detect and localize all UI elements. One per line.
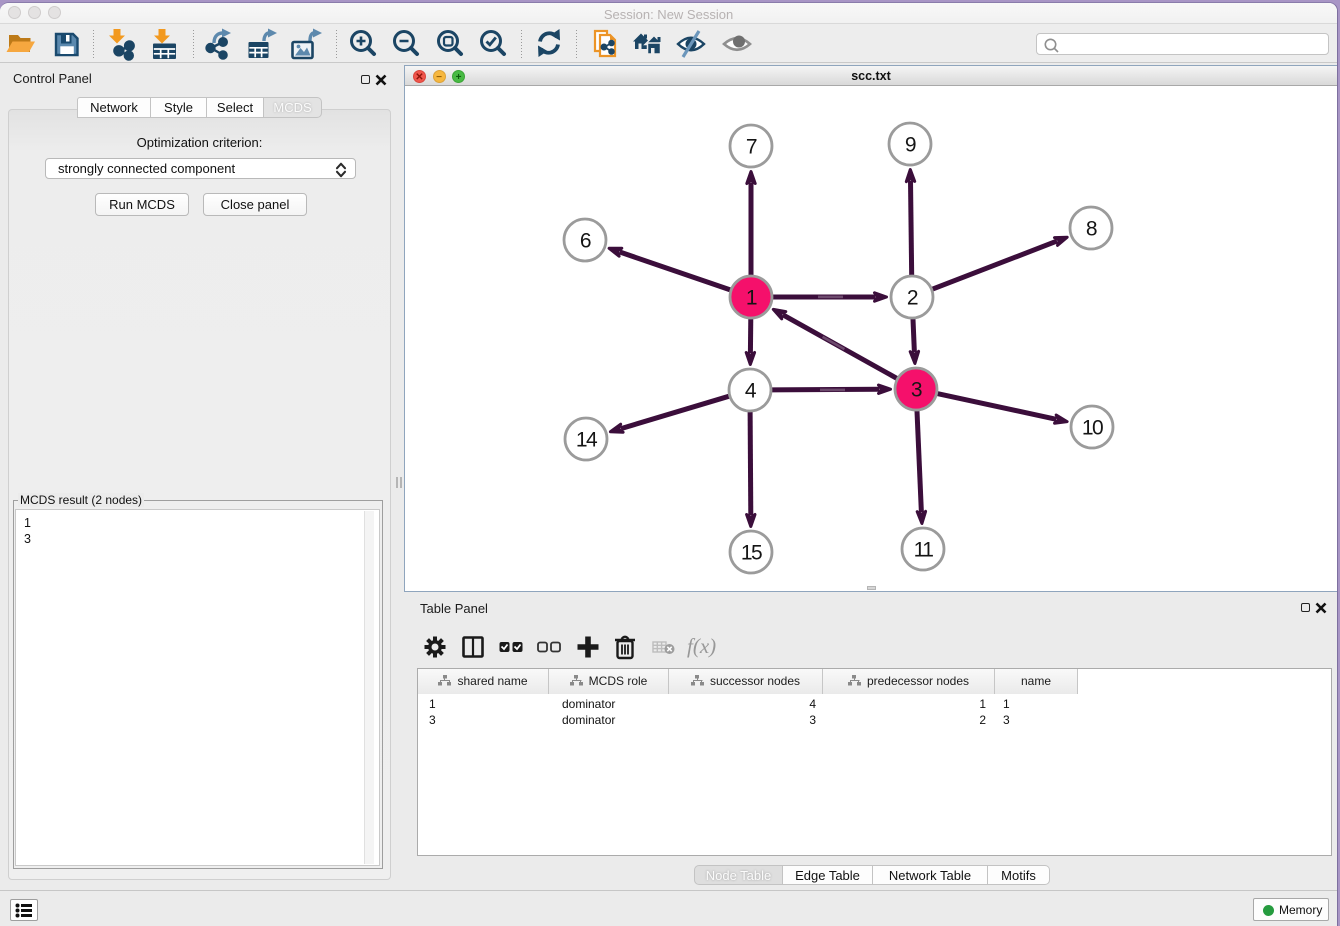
svg-text:14: 14 [576,429,598,452]
svg-text:7: 7 [746,136,757,159]
svg-text:10: 10 [1082,417,1103,440]
svg-text:15: 15 [741,542,762,565]
svg-text:3: 3 [911,379,922,402]
svg-text:8: 8 [1086,218,1097,241]
svg-text:6: 6 [580,230,591,253]
svg-text:2: 2 [907,287,918,310]
svg-text:1: 1 [746,287,757,310]
svg-text:9: 9 [905,134,916,157]
svg-text:11: 11 [914,539,934,562]
